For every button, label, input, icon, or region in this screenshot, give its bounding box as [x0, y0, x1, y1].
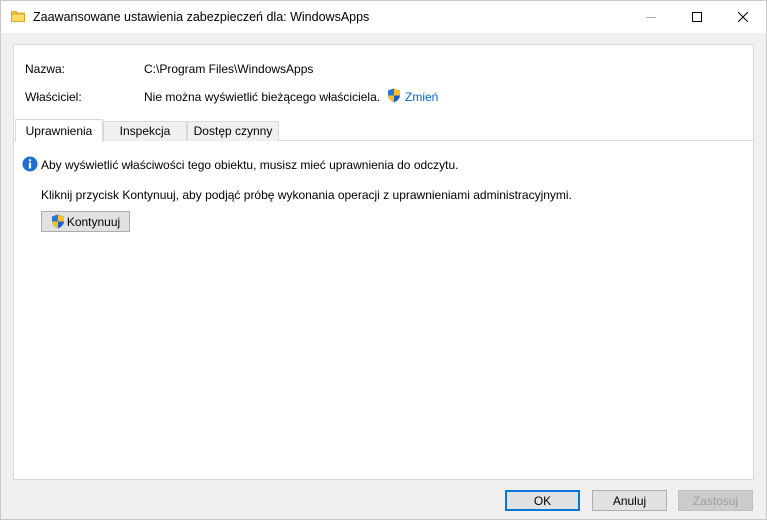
maximize-button[interactable] — [674, 1, 720, 33]
name-value: C:\Program Files\WindowsApps — [144, 62, 314, 76]
main-panel: Nazwa: C:\Program Files\WindowsApps Właś… — [13, 44, 754, 480]
maximize-icon — [692, 12, 702, 22]
tab-permissions[interactable]: Uprawnienia — [15, 119, 103, 142]
instruction-message: Kliknij przycisk Kontynuuj, aby podjąć p… — [41, 188, 572, 202]
window-title: Zaawansowane ustawienia zabezpieczeń dla… — [33, 10, 370, 24]
ok-button[interactable]: OK — [505, 490, 580, 511]
cancel-button[interactable]: Anuluj — [592, 490, 667, 511]
continue-label: Kontynuuj — [66, 214, 121, 229]
change-owner-link[interactable]: Zmień — [405, 90, 438, 104]
info-icon — [22, 156, 38, 172]
close-icon — [738, 12, 748, 22]
minimize-icon — [646, 17, 656, 18]
security-settings-window: Zaawansowane ustawienia zabezpieczeń dla… — [0, 0, 767, 520]
folder-icon — [11, 11, 25, 22]
info-message: Aby wyświetlić właściwości tego obiektu,… — [41, 158, 459, 172]
owner-value: Nie można wyświetlić bieżącego właścicie… — [144, 90, 381, 104]
continue-button[interactable]: Kontynuuj — [41, 211, 130, 232]
name-label: Nazwa: — [25, 62, 66, 76]
tab-effective-access[interactable]: Dostęp czynny — [187, 121, 279, 141]
tab-auditing[interactable]: Inspekcja — [103, 121, 187, 141]
owner-label: Właściciel: — [25, 90, 82, 104]
uac-shield-icon — [51, 214, 64, 229]
uac-shield-icon — [388, 88, 400, 103]
tab-strip: Uprawnienia Inspekcja Dostęp czynny — [14, 119, 753, 142]
title-bar[interactable]: Zaawansowane ustawienia zabezpieczeń dla… — [1, 1, 766, 33]
minimize-button[interactable] — [628, 1, 674, 33]
apply-button[interactable]: Zastosuj — [678, 490, 753, 511]
close-button[interactable] — [720, 1, 766, 33]
